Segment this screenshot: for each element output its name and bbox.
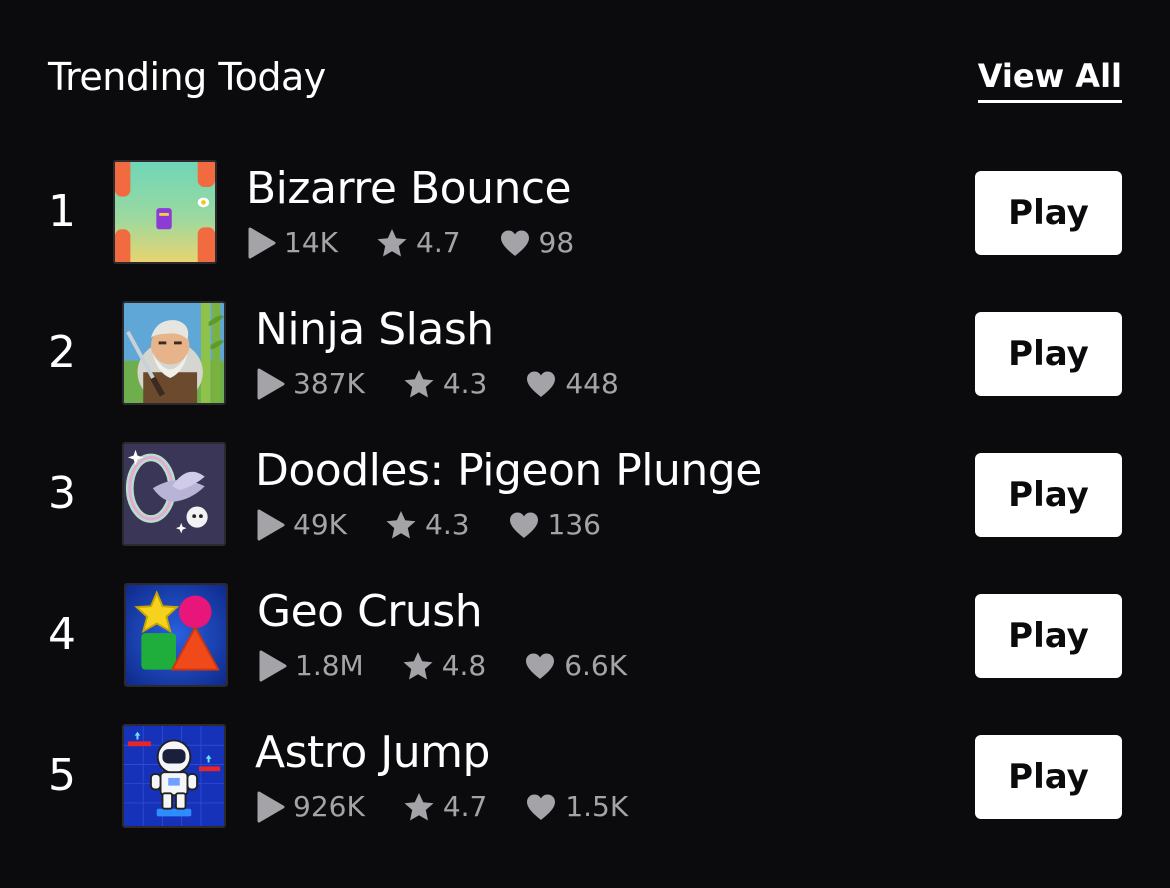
plays-stat: 387K — [255, 364, 365, 404]
game-stats: 1.8M 4.8 6.6K — [257, 646, 665, 686]
game-title[interactable]: Bizarre Bounce — [246, 161, 572, 217]
plays-stat: 1.8M — [257, 646, 364, 686]
rank-number: 1 — [48, 186, 76, 237]
play-count-icon — [259, 650, 287, 682]
list-item: 4 Geo Crush 1.8M 4.8 6.6K Play — [0, 580, 1170, 690]
plays-count: 1.8M — [295, 649, 364, 682]
play-button[interactable]: Play — [975, 594, 1122, 678]
astro-jump-thumbnail[interactable] — [122, 724, 226, 828]
play-count-icon — [257, 509, 285, 541]
play-button[interactable]: Play — [975, 171, 1122, 255]
rating-stat: 4.7 — [403, 787, 488, 827]
rank-number: 5 — [48, 750, 76, 801]
plays-stat: 926K — [255, 787, 365, 827]
star-icon — [404, 370, 434, 398]
heart-icon — [500, 230, 529, 256]
likes-count: 98 — [538, 226, 575, 259]
rating-stat: 4.7 — [376, 223, 461, 263]
rating-stat: 4.3 — [403, 364, 488, 404]
plays-count: 14K — [284, 226, 338, 259]
plays-count: 49K — [293, 508, 347, 541]
rank-number: 4 — [48, 609, 76, 660]
star-icon — [377, 229, 407, 257]
plays-stat: 14K — [246, 223, 338, 263]
ninja-slash-thumbnail[interactable] — [122, 301, 226, 405]
star-icon — [404, 793, 434, 821]
plays-count: 926K — [293, 790, 365, 823]
game-title[interactable]: Ninja Slash — [255, 302, 494, 358]
play-count-icon — [257, 791, 285, 823]
rating-value: 4.7 — [416, 226, 461, 259]
pigeon-plunge-thumbnail[interactable] — [122, 442, 226, 546]
plays-count: 387K — [293, 367, 365, 400]
star-icon — [403, 652, 433, 680]
list-item: 1 Bizarre Bounce 14K 4.7 98 Play — [0, 157, 1170, 267]
play-count-icon — [248, 227, 276, 259]
game-stats: 926K 4.7 1.5K — [255, 787, 666, 827]
heart-icon — [509, 512, 538, 538]
trending-list: 1 Bizarre Bounce 14K 4.7 98 Play 2 Ninja… — [0, 0, 1170, 888]
play-count-icon — [257, 368, 285, 400]
play-button[interactable]: Play — [975, 735, 1122, 819]
game-stats: 387K 4.3 448 — [255, 364, 657, 404]
game-stats: 49K 4.3 136 — [255, 505, 639, 545]
rating-stat: 4.3 — [385, 505, 470, 545]
rating-stat: 4.8 — [402, 646, 487, 686]
likes-stat: 6.6K — [524, 646, 627, 686]
rating-value: 4.8 — [441, 649, 487, 682]
list-item: 5 Astro Jump 926K 4.7 1.5K Play — [0, 721, 1170, 831]
heart-icon — [526, 653, 555, 679]
likes-count: 1.5K — [565, 790, 629, 823]
likes-count: 136 — [547, 508, 601, 541]
game-title[interactable]: Geo Crush — [257, 584, 483, 640]
rating-value: 4.7 — [442, 790, 488, 823]
likes-stat: 136 — [508, 505, 601, 545]
likes-stat: 448 — [525, 364, 619, 404]
likes-count: 448 — [565, 367, 619, 400]
rank-number: 2 — [48, 327, 76, 378]
game-title[interactable]: Astro Jump — [255, 725, 490, 781]
rating-value: 4.3 — [442, 367, 488, 400]
list-item: 3 Doodles: Pigeon Plunge 49K 4.3 136 Pla… — [0, 439, 1170, 549]
heart-icon — [527, 794, 556, 820]
plays-stat: 49K — [255, 505, 347, 545]
heart-icon — [527, 371, 556, 397]
game-title[interactable]: Doodles: Pigeon Plunge — [255, 443, 762, 499]
bizarre-bounce-thumbnail[interactable] — [113, 160, 217, 264]
play-button[interactable]: Play — [975, 453, 1122, 537]
likes-stat: 1.5K — [525, 787, 628, 827]
rank-number: 3 — [48, 468, 76, 519]
likes-stat: 98 — [499, 223, 575, 263]
star-icon — [386, 511, 416, 539]
play-button[interactable]: Play — [975, 312, 1122, 396]
geo-crush-thumbnail[interactable] — [124, 583, 228, 687]
rating-value: 4.3 — [425, 508, 470, 541]
game-stats: 14K 4.7 98 — [246, 223, 612, 263]
likes-count: 6.6K — [564, 649, 628, 682]
list-item: 2 Ninja Slash 387K 4.3 448 Play — [0, 298, 1170, 408]
